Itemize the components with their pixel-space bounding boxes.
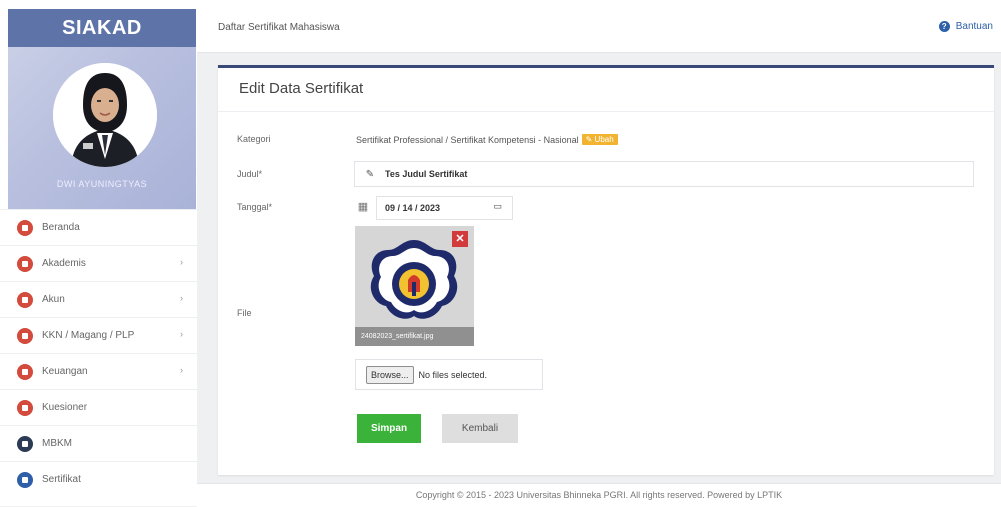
calendar-icon: ▦ (357, 201, 369, 213)
help-icon: ? (938, 21, 950, 32)
tanggal-field[interactable]: 09 / 14 / 2023 ▭ (376, 196, 513, 220)
sidebar-item-kkn[interactable]: KKN / Magang / PLP › (0, 317, 197, 353)
file-caption: 24082023_sertifikat.jpg (355, 327, 474, 346)
kategori-value-row: Sertifikat Professional / Sertifikat Kom… (356, 134, 618, 145)
certificate-icon (17, 471, 33, 488)
sidebar-item-keuangan[interactable]: Keuangan › (0, 353, 197, 389)
help-link[interactable]: ? Bantuan (938, 21, 993, 32)
avatar[interactable] (53, 63, 157, 167)
sidebar-item-kuesioner[interactable]: Kuesioner (0, 389, 197, 425)
sidebar-menu: Beranda Akademis › Akun › KKN / Magang /… (0, 209, 197, 497)
sidebar-item-label: Kuesioner (42, 402, 88, 413)
tanggal-value: 09 / 14 / 2023 (385, 203, 441, 213)
chevron-right-icon: › (180, 257, 183, 267)
sidebar-item-label: KKN / Magang / PLP (42, 330, 135, 341)
gear-icon (17, 291, 33, 308)
file-label: File (237, 308, 252, 318)
footer: Copyright © 2015 - 2023 Universitas Bhin… (197, 483, 1001, 507)
no-file-text: No files selected. (418, 369, 488, 380)
file-preview[interactable]: ✕ 24082023_sertifikat.jpg (355, 226, 474, 346)
sidebar-item-akun[interactable]: Akun › (0, 281, 197, 317)
help-label: Bantuan (955, 21, 993, 32)
sidebar-item-label: Akademis (42, 258, 86, 269)
page-title: Daftar Sertifikat Mahasiswa (218, 22, 340, 33)
judul-value: Tes Judul Sertifikat (385, 169, 468, 179)
file-input: Browse... No files selected. (355, 359, 543, 390)
sidebar-item-label: MBKM (42, 438, 72, 449)
sidebar-item-beranda[interactable]: Beranda (0, 209, 197, 245)
mbkm-icon (17, 435, 33, 452)
sidebar-item-sertifikat[interactable]: Sertifikat (0, 461, 197, 497)
sidebar-item-label: Beranda (42, 222, 80, 233)
edit-certificate-card: Edit Data Sertifikat Kategori Sertifikat… (218, 65, 994, 475)
browse-button[interactable]: Browse... (366, 365, 414, 384)
sidebar-item-mbkm[interactable]: MBKM (0, 425, 197, 461)
date-picker-icon[interactable]: ▭ (493, 201, 502, 212)
profile-panel: DWI AYUNINGTYAS (8, 47, 196, 209)
check-icon (17, 399, 33, 416)
back-button[interactable]: Kembali (442, 414, 518, 443)
judul-field[interactable]: ✎ Tes Judul Sertifikat (354, 161, 974, 187)
judul-label: Judul* (237, 169, 263, 179)
sidebar-item-label: Sertifikat (42, 474, 81, 485)
kategori-label: Kategori (237, 134, 271, 144)
globe-icon (17, 327, 33, 344)
card-heading: Edit Data Sertifikat (239, 80, 364, 97)
save-button[interactable]: Simpan (357, 414, 421, 443)
chevron-right-icon: › (180, 365, 183, 375)
money-icon (17, 363, 33, 380)
kategori-value: Sertifikat Professional / Sertifikat Kom… (356, 134, 579, 145)
delete-file-button[interactable]: ✕ (452, 231, 468, 247)
chevron-right-icon: › (180, 293, 183, 303)
ubah-button[interactable]: ✎ Ubah (581, 134, 618, 145)
ubah-label: Ubah (594, 135, 614, 144)
top-bar: Daftar Sertifikat Mahasiswa ? Bantuan (197, 0, 1001, 53)
chevron-right-icon: › (180, 329, 183, 339)
pencil-icon: ✎ (365, 168, 375, 180)
book-icon (17, 255, 33, 272)
sidebar-item-label: Keuangan (42, 366, 88, 377)
home-icon (17, 219, 33, 236)
sidebar: SIAKAD DWI AYUNINGTYAS Beranda Akademis … (0, 0, 197, 506)
sidebar-item-akademis[interactable]: Akademis › (0, 245, 197, 281)
tanggal-label: Tanggal* (237, 202, 273, 212)
divider (218, 111, 994, 112)
brand-logo[interactable]: SIAKAD (8, 9, 196, 47)
sidebar-item-label: Akun (42, 294, 65, 305)
user-name: DWI AYUNINGTYAS (56, 179, 148, 189)
